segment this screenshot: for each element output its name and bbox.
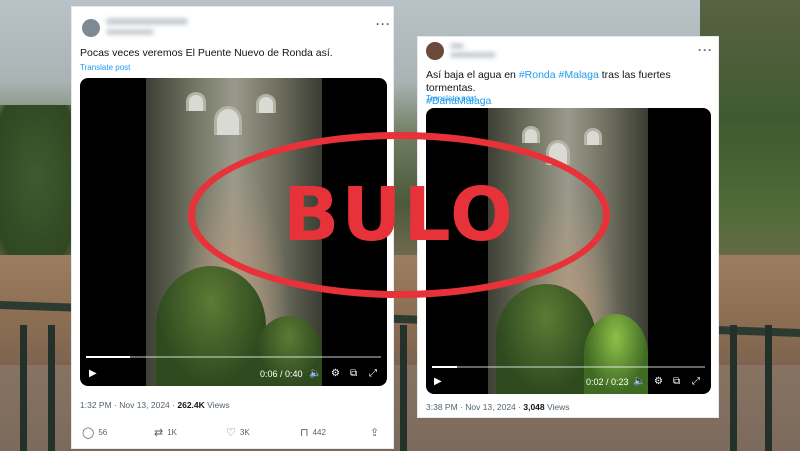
- tweet-time[interactable]: 3:38 PM: [426, 402, 458, 412]
- repost-count: 1K: [167, 428, 178, 437]
- bridge-arch: [522, 126, 540, 143]
- blurred-handle: [106, 29, 154, 35]
- bookmark-count: 442: [312, 428, 326, 437]
- share-button[interactable]: ⇪: [370, 426, 379, 439]
- bridge-arch: [214, 106, 242, 135]
- translate-post-link[interactable]: Translate post: [80, 63, 130, 72]
- bridge-arch: [256, 94, 276, 113]
- bookmark-icon: ⊓: [300, 427, 309, 439]
- bridge-arch: [584, 128, 602, 145]
- more-options-icon[interactable]: ···: [376, 17, 391, 31]
- bulo-stamp-text: BULO: [283, 172, 515, 258]
- bulo-stamp: BULO: [188, 132, 610, 298]
- fullscreen-icon[interactable]: ⤢: [369, 369, 377, 379]
- blurred-username: [450, 43, 464, 49]
- blurred-handle: [450, 52, 496, 58]
- repost-icon: ⇄: [154, 427, 164, 439]
- repost-button[interactable]: ⇄ 1K: [154, 426, 177, 439]
- reply-button[interactable]: ◯ 56: [82, 426, 107, 439]
- bridge-arch: [186, 92, 206, 111]
- avatar[interactable]: [82, 19, 100, 37]
- reply-icon: ◯: [82, 427, 95, 439]
- settings-icon[interactable]: ⚙: [654, 377, 663, 387]
- railing-post: [48, 325, 55, 451]
- tweet-text: Pocas veces veremos El Puente Nuevo de R…: [80, 47, 333, 59]
- views-label: Views: [547, 402, 570, 412]
- railing-post: [730, 325, 737, 451]
- fullscreen-icon[interactable]: ⤢: [692, 377, 700, 387]
- views-count: 3,048: [523, 402, 545, 412]
- play-icon[interactable]: ▶: [89, 369, 97, 379]
- tweet-meta: 1:32 PM · Nov 13, 2024 · 262.4K Views: [80, 400, 230, 410]
- video-progress-fill: [432, 366, 457, 368]
- settings-icon[interactable]: ⚙: [331, 369, 340, 379]
- reply-count: 56: [98, 428, 108, 437]
- hashtag-ronda[interactable]: #Ronda: [519, 69, 556, 81]
- picture-in-picture-icon[interactable]: ⧉: [350, 369, 357, 379]
- railing-post: [20, 325, 27, 451]
- views-count: 262.4K: [177, 400, 205, 410]
- railing-post: [400, 325, 407, 451]
- tweet-text-prefix: Así baja el agua en: [426, 69, 516, 81]
- tweet-date[interactable]: Nov 13, 2024: [465, 402, 516, 412]
- foliage: [496, 284, 596, 394]
- volume-icon[interactable]: 🔈: [633, 377, 645, 387]
- video-time: 0:02 / 0:23: [586, 377, 629, 387]
- picture-in-picture-icon[interactable]: ⧉: [673, 377, 680, 387]
- tweet-date[interactable]: Nov 13, 2024: [119, 400, 170, 410]
- play-icon[interactable]: ▶: [434, 377, 442, 387]
- railing-post: [765, 325, 772, 451]
- tweet-meta: 3:38 PM · Nov 13, 2024 · 3,048 Views: [426, 402, 570, 412]
- blurred-username: [106, 18, 188, 25]
- video-progress-bar[interactable]: [86, 356, 381, 358]
- like-button[interactable]: ♡ 3K: [226, 426, 250, 439]
- views-label: Views: [207, 400, 230, 410]
- video-progress-fill: [86, 356, 131, 358]
- foliage: [156, 266, 266, 386]
- video-progress-bar[interactable]: [432, 366, 705, 368]
- more-options-icon[interactable]: ···: [698, 43, 713, 57]
- avatar[interactable]: [426, 42, 444, 60]
- heart-icon: ♡: [226, 427, 236, 439]
- video-time: 0:06 / 0:40: [260, 369, 303, 379]
- bookmark-button[interactable]: ⊓ 442: [300, 426, 326, 439]
- translate-post-link[interactable]: Translate post: [426, 94, 476, 103]
- share-icon: ⇪: [370, 427, 380, 439]
- tweet-time[interactable]: 1:32 PM: [80, 400, 112, 410]
- hashtag-malaga[interactable]: #Malaga: [559, 69, 599, 81]
- volume-icon[interactable]: 🔈: [309, 369, 321, 379]
- like-count: 3K: [239, 428, 250, 437]
